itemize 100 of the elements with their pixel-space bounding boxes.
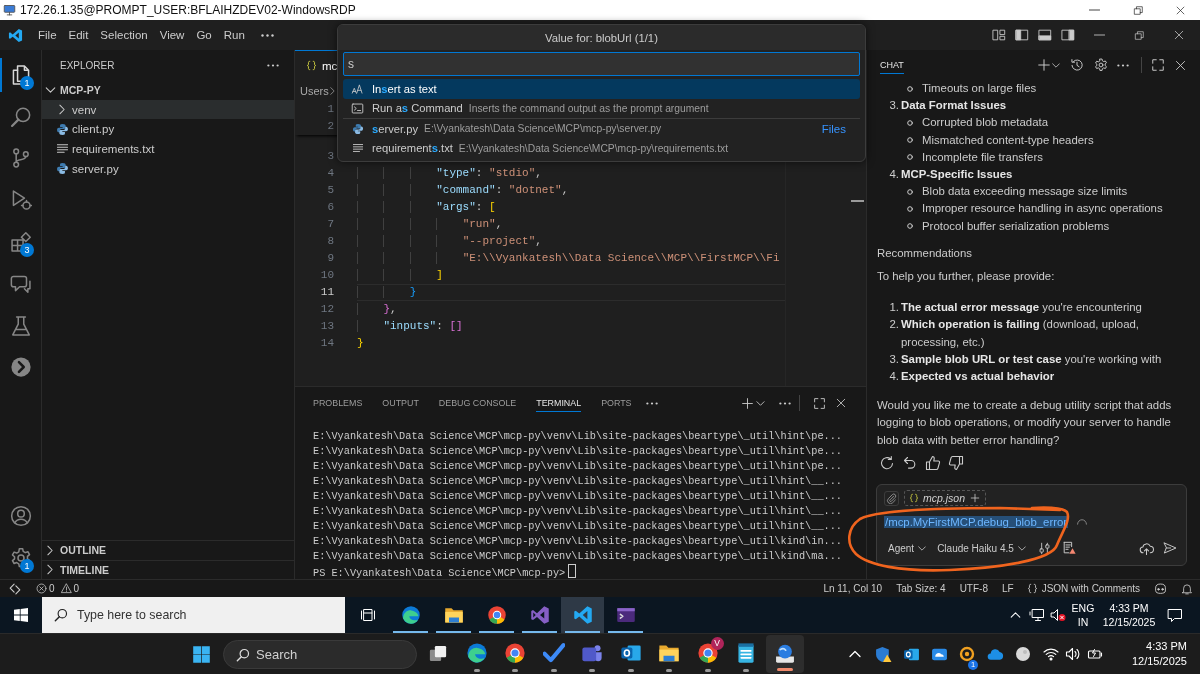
cloud-upload-icon[interactable] bbox=[1139, 540, 1154, 556]
network-icon[interactable] bbox=[1028, 607, 1045, 623]
close-icon[interactable] bbox=[1174, 4, 1186, 16]
attach-button[interactable] bbox=[884, 490, 899, 506]
task-view-icon[interactable] bbox=[359, 607, 376, 623]
menu-item[interactable]: View bbox=[153, 29, 191, 41]
panel-bottom-icon[interactable] bbox=[1037, 28, 1052, 42]
maximize-icon[interactable] bbox=[813, 396, 826, 410]
chevron-up-icon[interactable] bbox=[1010, 612, 1021, 618]
chevron-down-icon[interactable] bbox=[756, 400, 765, 406]
menu-item[interactable]: Go bbox=[190, 29, 218, 41]
more-icon[interactable] bbox=[267, 63, 279, 67]
mode-picker[interactable]: Agent bbox=[884, 540, 931, 556]
extensions-icon[interactable] bbox=[9, 231, 32, 254]
battery-icon[interactable] bbox=[1087, 646, 1103, 662]
region-label[interactable]: IN bbox=[1077, 615, 1089, 629]
panel-tab[interactable]: PROBLEMS bbox=[313, 394, 363, 412]
status-item[interactable]: Ln 11, Col 10 bbox=[823, 583, 883, 594]
clock-date[interactable]: 12/15/2025 bbox=[1102, 615, 1156, 629]
clock-time[interactable]: 4:33 PM bbox=[1146, 639, 1187, 654]
tree-item[interactable]: server.py bbox=[42, 158, 294, 179]
history-icon[interactable] bbox=[1070, 58, 1084, 72]
chevron-right-icon[interactable] bbox=[47, 544, 53, 556]
status-item[interactable]: UTF-8 bbox=[959, 583, 988, 594]
quick-pick-item[interactable]: Run as Command Inserts the command output as the prompt argument bbox=[343, 98, 860, 118]
panel-tab[interactable]: CHAT bbox=[880, 56, 904, 74]
section-header[interactable]: OUTLINE bbox=[42, 540, 294, 560]
more-icon[interactable] bbox=[645, 401, 658, 405]
close-icon[interactable] bbox=[1173, 29, 1185, 41]
send-icon[interactable] bbox=[1163, 541, 1177, 555]
tree-item[interactable]: requirements.txt bbox=[42, 139, 294, 159]
muted-speaker-icon[interactable] bbox=[1050, 607, 1066, 623]
context-chip[interactable]: mcp.json bbox=[904, 490, 986, 506]
account-icon[interactable] bbox=[9, 505, 32, 528]
more-icon[interactable] bbox=[1117, 63, 1129, 67]
taskbar-button[interactable]: V bbox=[688, 634, 727, 674]
sidebar-left-icon[interactable] bbox=[1014, 28, 1029, 42]
layout-icon[interactable] bbox=[991, 28, 1006, 42]
chevron-right-icon[interactable] bbox=[59, 104, 65, 116]
undo-icon[interactable] bbox=[902, 454, 918, 471]
language-label[interactable]: ENG bbox=[1071, 601, 1095, 615]
minimize-icon[interactable] bbox=[1088, 9, 1100, 11]
search-box[interactable]: Search bbox=[223, 640, 417, 669]
chevron-down-icon[interactable] bbox=[1052, 62, 1060, 68]
panel-tab[interactable]: DEBUG CONSOLE bbox=[438, 394, 517, 412]
robot-face-icon[interactable] bbox=[1154, 582, 1167, 595]
clock-date[interactable]: 12/15/2025 bbox=[1131, 654, 1187, 669]
status-item[interactable]: Tab Size: 4 bbox=[896, 583, 946, 594]
restore-icon[interactable] bbox=[1132, 4, 1144, 16]
sidebar-right-icon[interactable] bbox=[1060, 28, 1075, 42]
settings-icon[interactable] bbox=[1094, 58, 1108, 72]
menu-item[interactable]: Edit bbox=[62, 29, 95, 41]
clock-time[interactable]: 4:33 PM bbox=[1109, 601, 1149, 615]
shield-warning-icon[interactable] bbox=[874, 645, 892, 663]
chevron-up-icon[interactable] bbox=[849, 648, 861, 660]
status-item[interactable]: LF bbox=[1001, 583, 1014, 594]
close-icon[interactable] bbox=[1174, 58, 1187, 72]
tree-item[interactable]: client.py bbox=[42, 119, 294, 140]
more-icon[interactable] bbox=[779, 401, 791, 405]
moon-icon[interactable] bbox=[1015, 646, 1031, 662]
thumbs-down-icon[interactable] bbox=[948, 454, 964, 471]
menu-item[interactable]: Run bbox=[217, 29, 251, 41]
panel-tab[interactable]: PORTS bbox=[601, 394, 632, 412]
status-item[interactable]: JSON with Comments bbox=[1027, 583, 1140, 594]
wifi-icon[interactable] bbox=[1043, 646, 1059, 662]
close-icon[interactable] bbox=[835, 397, 847, 409]
plus-icon[interactable] bbox=[1037, 58, 1051, 72]
start-icon[interactable] bbox=[191, 644, 211, 664]
quick-pick-item[interactable]: requirements.txt E:\Vyankatesh\Data Science\MCP\mcp-py\requirements.txt bbox=[343, 138, 860, 158]
panel-tab[interactable]: TERMINAL bbox=[536, 394, 582, 412]
thumbs-up-icon[interactable] bbox=[925, 454, 941, 471]
search-icon[interactable] bbox=[9, 105, 32, 128]
panel-tab[interactable]: OUTPUT bbox=[382, 394, 419, 412]
model-picker[interactable]: Claude Haiku 4.5 bbox=[933, 540, 1030, 556]
menu-item[interactable]: File bbox=[32, 29, 63, 41]
chevron-right-icon[interactable] bbox=[47, 564, 53, 576]
flask-icon[interactable] bbox=[9, 314, 32, 337]
tree-item[interactable]: venv bbox=[42, 99, 294, 120]
start-icon[interactable] bbox=[13, 607, 29, 623]
notification-icon[interactable] bbox=[1167, 607, 1183, 623]
quick-pick-item[interactable]: server.py E:\Vyankatesh\Data Science\MCP\mcp-py\server.py Files bbox=[343, 119, 860, 139]
ring-icon[interactable] bbox=[959, 646, 975, 662]
speaker-icon[interactable] bbox=[1065, 646, 1081, 662]
task-view-icon[interactable] bbox=[428, 644, 449, 664]
quick-input-field[interactable]: s bbox=[343, 52, 860, 76]
remote-icon[interactable] bbox=[8, 581, 22, 596]
settings-icon[interactable] bbox=[9, 547, 32, 570]
taskbar-button[interactable] bbox=[765, 635, 804, 673]
sliders-icon[interactable] bbox=[1037, 541, 1051, 555]
document-warning-icon[interactable] bbox=[1061, 541, 1076, 555]
plus-icon[interactable] bbox=[741, 396, 754, 410]
maximize-icon[interactable] bbox=[1151, 58, 1165, 72]
more-icon[interactable] bbox=[260, 33, 274, 37]
retry-icon[interactable] bbox=[879, 454, 895, 471]
quick-pick-item[interactable]: Insert as text bbox=[343, 79, 860, 99]
bell-icon[interactable] bbox=[1181, 582, 1193, 595]
folder-header[interactable]: MCP-PY bbox=[42, 80, 294, 100]
chevron-down-icon[interactable] bbox=[44, 86, 56, 93]
breadcrumb-item[interactable]: Users bbox=[300, 84, 329, 97]
menu-item[interactable]: Selection bbox=[94, 29, 154, 41]
